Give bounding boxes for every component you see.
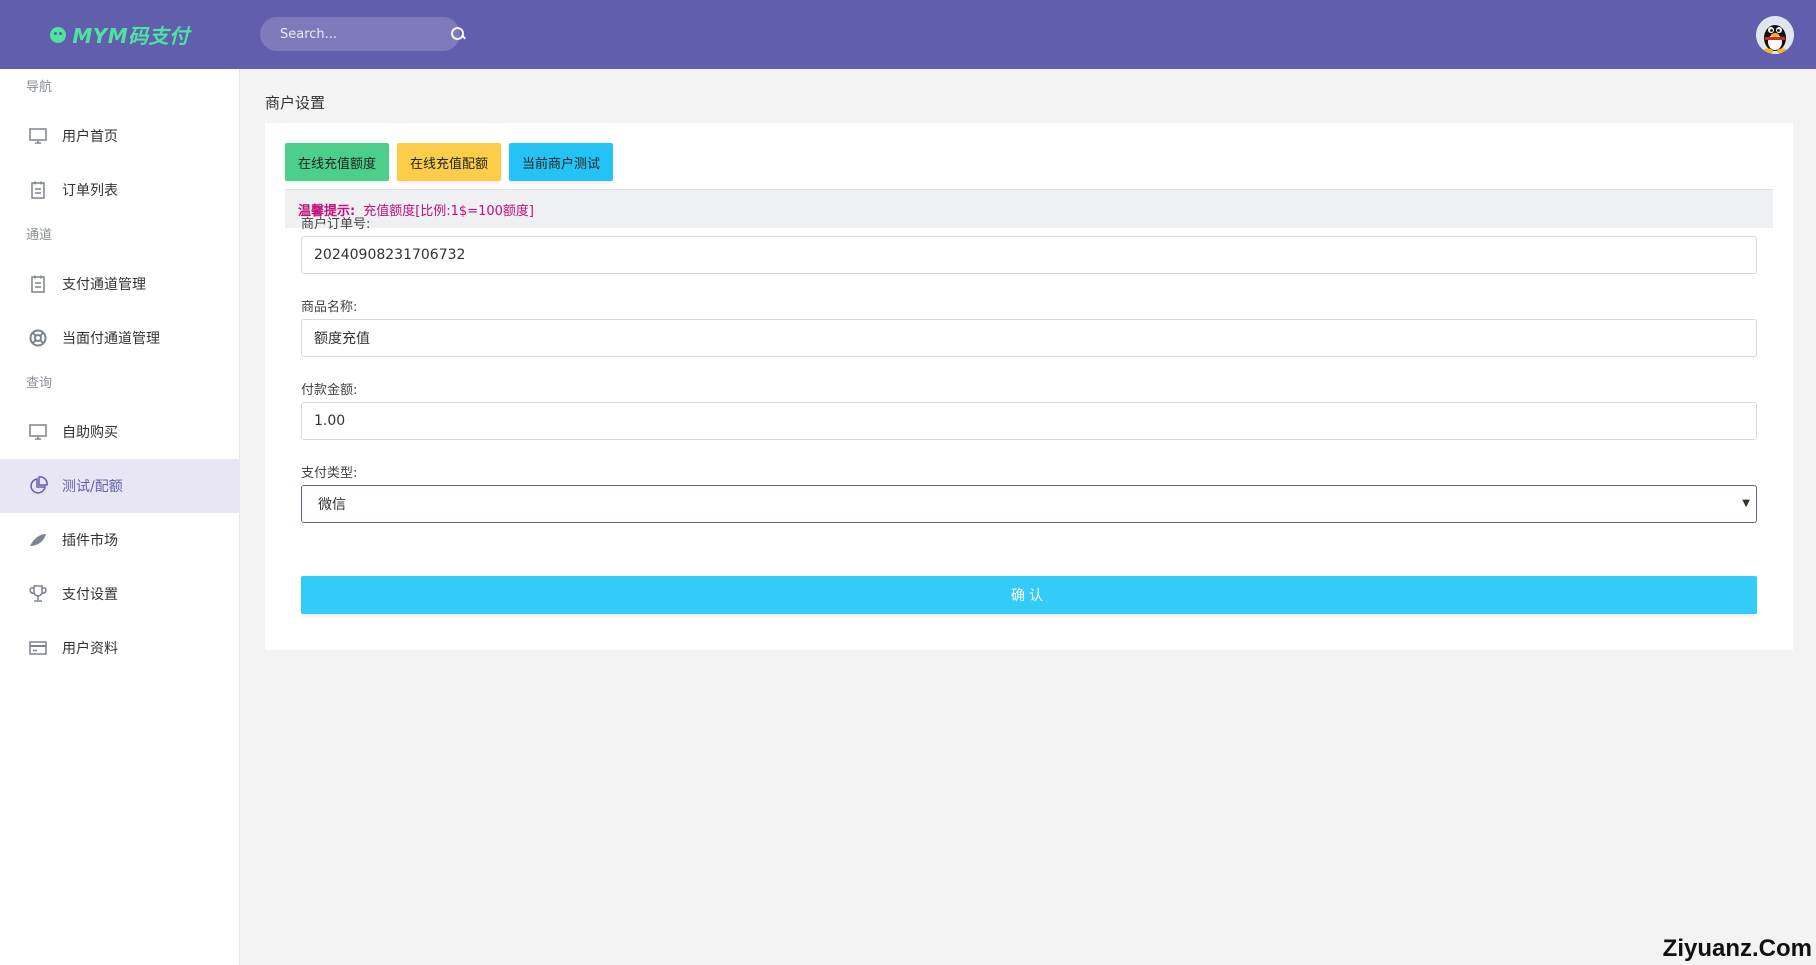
- pay-type-label: 支付类型:: [301, 466, 358, 481]
- trophy-icon: [28, 584, 48, 604]
- pay-type-value: 微信: [318, 497, 346, 513]
- sidebar-item-label: 用户资料: [62, 641, 118, 657]
- sidebar-item-test-quota[interactable]: 测试/配额: [0, 459, 239, 513]
- order-no-label: 商户订单号:: [301, 217, 371, 232]
- sidebar-item-user-profile[interactable]: 用户资料: [0, 621, 239, 675]
- sidebar-item-label: 支付设置: [62, 587, 118, 603]
- monitor-icon: [28, 422, 48, 442]
- pay-type-select[interactable]: 微信 ▼: [301, 485, 1757, 523]
- sidebar-item-payment-channels[interactable]: 支付通道管理: [0, 257, 239, 311]
- product-name-label: 商品名称:: [301, 300, 358, 315]
- monitor-icon: [28, 126, 48, 146]
- sidebar-item-label: 测试/配额: [62, 479, 123, 495]
- leaf-icon: [28, 530, 48, 550]
- credit-card-icon: [28, 638, 48, 658]
- action-button-row: 在线充值额度 在线充值配额 当前商户测试: [285, 143, 614, 181]
- recharge-config-button[interactable]: 在线充值配额: [397, 143, 502, 181]
- order-no-field[interactable]: 20240908231706732: [301, 236, 1757, 274]
- amount-label: 付款金额:: [301, 383, 358, 398]
- confirm-button[interactable]: 确认: [301, 576, 1757, 614]
- order-no-value: 20240908231706732: [314, 247, 466, 263]
- sidebar-item-label: 自助购买: [62, 425, 118, 441]
- clipboard-icon: [28, 274, 48, 294]
- sidebar-item-user-home[interactable]: 用户首页: [0, 109, 239, 163]
- clipboard-icon: [28, 180, 48, 200]
- sidebar-item-plugin-market[interactable]: 插件市场: [0, 513, 239, 567]
- nav-section-title: 导航: [26, 80, 53, 95]
- brand-logo[interactable]: MYM码支付: [0, 0, 240, 69]
- nav-section-title: 通道: [26, 228, 53, 243]
- penguin-avatar-icon: [1756, 16, 1794, 54]
- sidebar-item-label: 用户首页: [62, 129, 118, 145]
- chevron-down-icon: ▼: [1742, 498, 1750, 509]
- amount-value: 1.00: [314, 413, 346, 429]
- logo-icon: [50, 26, 67, 43]
- top-bar: MYM码支付: [0, 0, 1816, 69]
- watermark: Ziyuanz.Com: [1662, 935, 1812, 962]
- avatar[interactable]: [1756, 16, 1794, 54]
- sidebar-item-order-list[interactable]: 订单列表: [0, 163, 239, 217]
- tip-bar: 温馨提示: 充值额度[比例:1$=100额度]: [285, 189, 1773, 228]
- amount-field[interactable]: 1.00: [301, 402, 1757, 440]
- product-name-value: 额度充值: [314, 331, 370, 347]
- recharge-quota-button[interactable]: 在线充值额度: [285, 143, 390, 181]
- search-box: [260, 17, 464, 51]
- tip-text: 充值额度[比例:1$=100额度]: [363, 203, 534, 219]
- nav-section-title: 查询: [26, 376, 53, 391]
- sidebar-item-label: 订单列表: [62, 183, 118, 199]
- sidebar-item-label: 插件市场: [62, 533, 118, 549]
- sidebar-item-label: 支付通道管理: [62, 277, 146, 293]
- sidebar: 导航 用户首页 订单列表 通道 支付通道管理 当面付通道管理 查询 自助购买 测…: [0, 69, 240, 965]
- product-name-field[interactable]: 额度充值: [301, 319, 1757, 357]
- merchant-settings-card: 在线充值额度 在线充值配额 当前商户测试 温馨提示: 充值额度[比例:1$=10…: [265, 123, 1793, 650]
- brand-name: MYM码支付: [72, 24, 190, 48]
- pie-chart-icon: [28, 476, 48, 496]
- sidebar-item-label: 当面付通道管理: [62, 331, 160, 347]
- search-input[interactable]: [280, 26, 450, 42]
- lifebuoy-icon: [28, 328, 48, 348]
- sidebar-item-self-purchase[interactable]: 自助购买: [0, 405, 239, 459]
- page-title: 商户设置: [265, 94, 326, 112]
- sidebar-item-face-pay-channels[interactable]: 当面付通道管理: [0, 311, 239, 365]
- merchant-test-button[interactable]: 当前商户测试: [509, 143, 614, 181]
- sidebar-item-payment-settings[interactable]: 支付设置: [0, 567, 239, 621]
